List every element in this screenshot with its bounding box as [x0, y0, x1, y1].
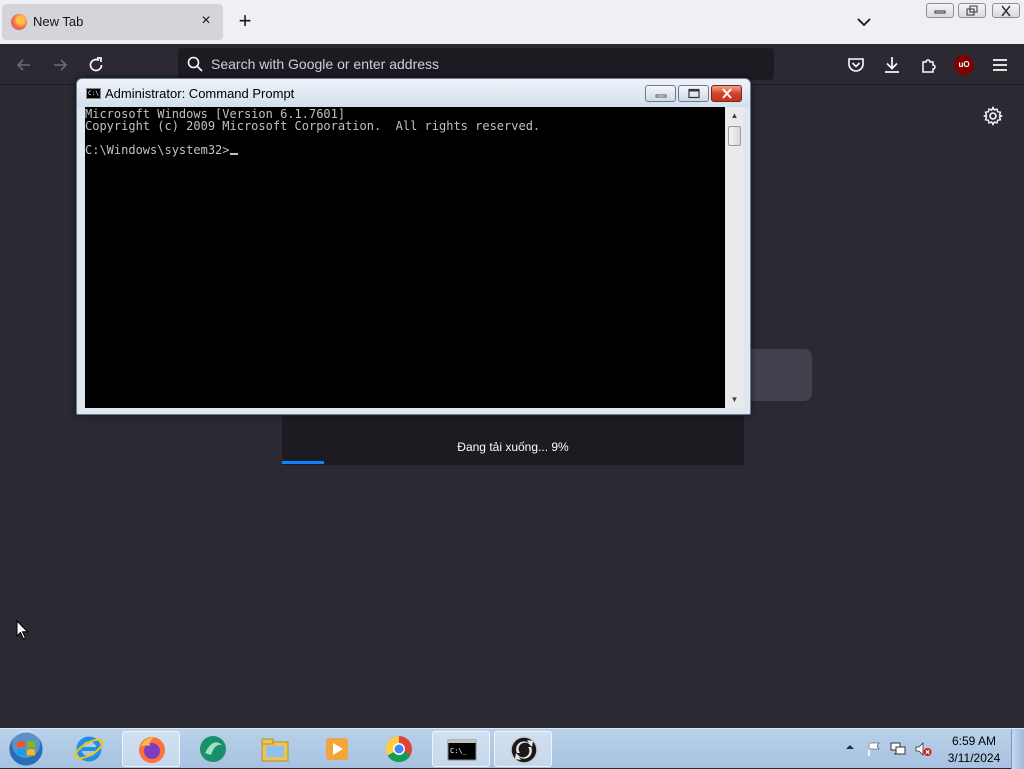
pocket-icon[interactable]	[846, 55, 866, 75]
taskbar-app-sync[interactable]	[494, 731, 552, 767]
app-green-icon	[200, 736, 226, 762]
download-status: Đang tải xuống... 9%	[457, 440, 569, 454]
cmd-prompt-line: C:\Windows\system32>	[85, 143, 230, 157]
cmd-title: Administrator: Command Prompt	[105, 86, 295, 101]
reload-icon[interactable]	[86, 55, 106, 75]
cmd-maximize-button[interactable]	[678, 85, 709, 102]
media-player-icon	[326, 738, 348, 760]
action-center-flag-icon[interactable]	[866, 741, 882, 757]
ublock-origin-icon[interactable]: uO	[954, 55, 974, 75]
back-arrow-icon[interactable]	[14, 55, 34, 75]
taskbar-firefox[interactable]	[122, 731, 180, 767]
url-bar[interactable]	[178, 48, 774, 80]
clock-time[interactable]: 6:59 AM	[944, 734, 1004, 748]
window-close-button[interactable]	[992, 3, 1020, 18]
start-orb-icon[interactable]	[6, 730, 46, 768]
folder-icon	[261, 738, 289, 762]
download-icon[interactable]	[882, 55, 902, 75]
windows-taskbar: C:\_ 6:59 AM 3/11/2024	[0, 728, 1024, 769]
scroll-thumb[interactable]	[728, 126, 741, 146]
firefox-icon	[139, 737, 165, 763]
tray-expand-arrow-icon[interactable]	[845, 742, 855, 752]
mouse-pointer-icon	[16, 620, 29, 640]
cmd-line: Copyright (c) 2009 Microsoft Corporation…	[85, 119, 541, 133]
cmd-minimize-button[interactable]	[645, 85, 676, 102]
gear-icon[interactable]	[983, 106, 1003, 126]
new-tab-button[interactable]: +	[234, 10, 256, 32]
sync-app-icon	[510, 736, 538, 764]
cmd-cursor	[229, 153, 238, 155]
volume-muted-icon[interactable]	[914, 741, 932, 757]
taskbar-internet-explorer[interactable]	[60, 731, 118, 767]
taskbar-file-explorer[interactable]	[246, 731, 304, 767]
download-progress-bar	[282, 461, 744, 464]
window-minimize-button[interactable]	[926, 3, 954, 18]
cmd-scrollbar[interactable]: ▲ ▼	[726, 107, 743, 408]
cmd-icon: C:\_	[447, 739, 477, 761]
scroll-up-arrow-icon[interactable]: ▲	[726, 107, 743, 124]
ublock-badge: uO	[954, 55, 974, 75]
scroll-down-arrow-icon[interactable]: ▼	[726, 391, 743, 408]
search-icon	[187, 56, 203, 72]
download-progress-fill	[282, 461, 324, 464]
command-prompt-window[interactable]: C:\ Administrator: Command Prompt Micros…	[76, 78, 751, 415]
url-input[interactable]	[211, 48, 751, 80]
cmd-icon: C:\	[86, 88, 101, 99]
taskbar-app-green[interactable]	[184, 731, 242, 767]
download-panel: Đang tải xuống... 9%	[282, 416, 744, 465]
taskbar-chrome[interactable]	[370, 731, 428, 767]
tab-close-icon[interactable]: ×	[197, 12, 215, 30]
forward-arrow-icon[interactable]	[50, 55, 70, 75]
window-restore-button[interactable]	[958, 3, 986, 18]
cmd-close-button[interactable]	[711, 85, 742, 102]
shortcut-card	[744, 349, 812, 401]
cmd-title-bar[interactable]: C:\ Administrator: Command Prompt	[77, 79, 750, 107]
show-desktop-button[interactable]	[1011, 729, 1024, 769]
hamburger-menu-icon[interactable]	[990, 55, 1010, 75]
svg-text:C:\_: C:\_	[450, 747, 468, 755]
clock-date[interactable]: 3/11/2024	[944, 751, 1004, 765]
taskbar-media-player[interactable]	[308, 731, 366, 767]
taskbar-command-prompt[interactable]: C:\_	[432, 731, 490, 767]
chrome-icon	[385, 735, 412, 763]
tab-title: New Tab	[33, 14, 84, 29]
chevron-down-icon[interactable]	[854, 12, 874, 32]
internet-explorer-icon	[74, 736, 104, 762]
cmd-console[interactable]: Microsoft Windows [Version 6.1.7601] Cop…	[85, 107, 725, 408]
firefox-icon	[11, 14, 27, 30]
network-icon[interactable]	[890, 741, 906, 757]
browser-tab-strip: New Tab × +	[0, 0, 1024, 44]
puzzle-piece-icon[interactable]	[919, 55, 939, 75]
tab-new-tab[interactable]: New Tab ×	[2, 4, 223, 40]
